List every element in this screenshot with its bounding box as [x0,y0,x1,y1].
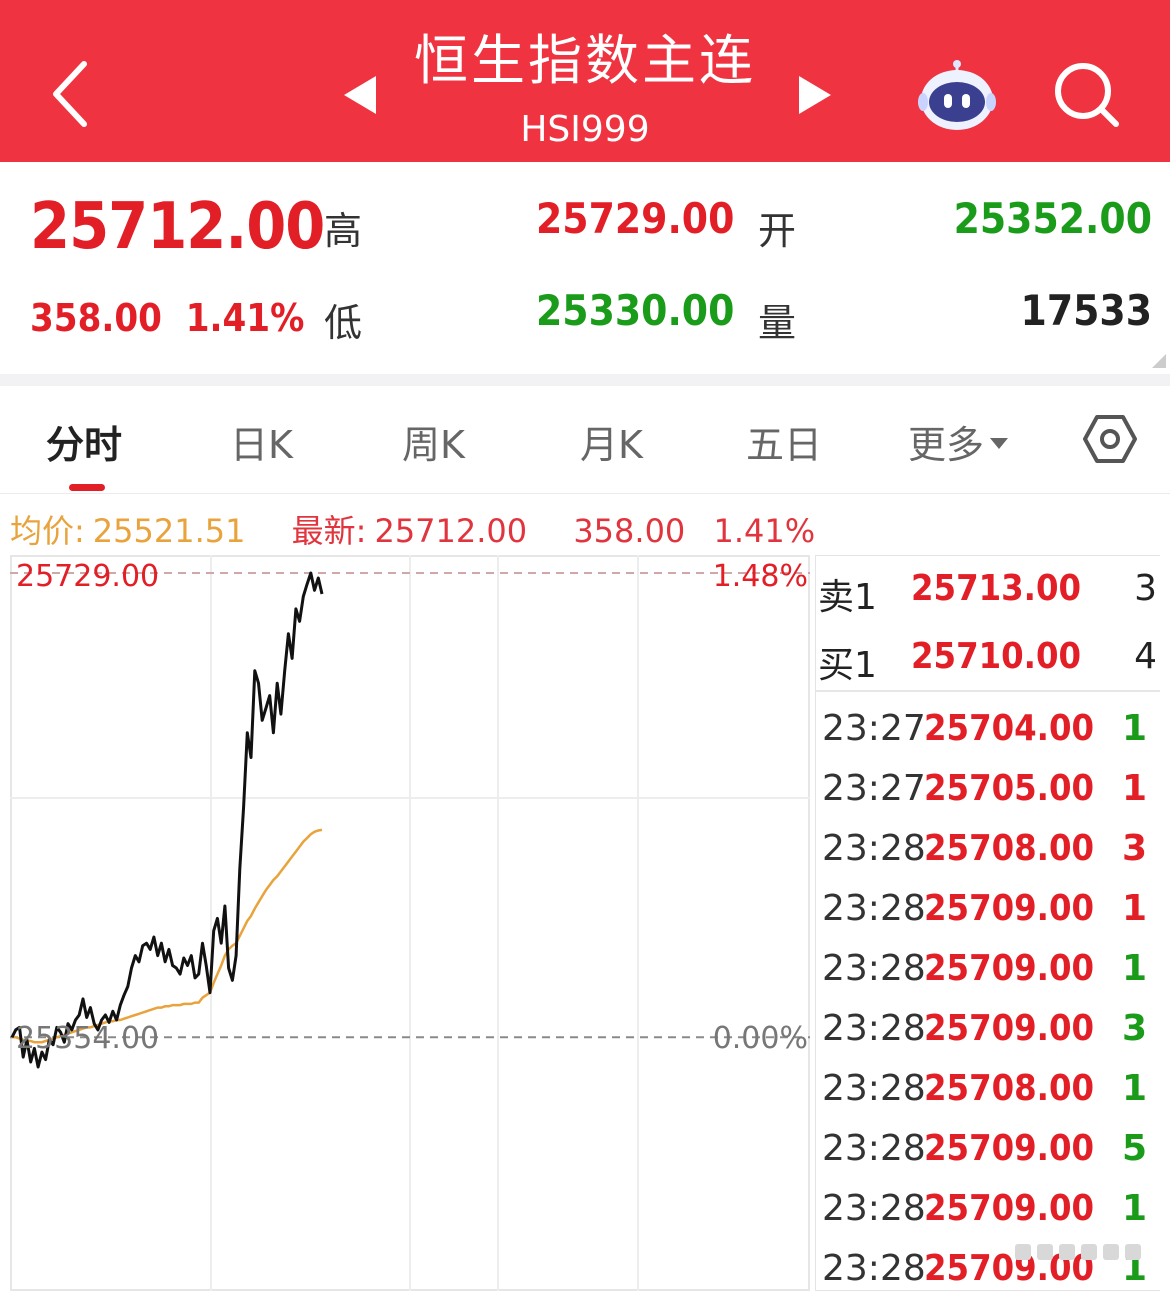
intraday-chart-canvas [10,555,810,1291]
previous-contract-icon[interactable] [340,72,380,118]
info-change-value: 358.00 [573,512,686,550]
trade-time: 23:28 [822,1248,926,1289]
volume-label: 量 [758,301,797,345]
trade-time: 23:27 [822,768,926,809]
trade-time: 23:28 [822,1188,926,1229]
average-price-line [12,828,323,1044]
trade-row: 23:28 25709.00 5 [816,1120,1160,1180]
chart-base-percent-label: 0.00% [712,1021,808,1056]
trade-row: 23:27 25704.00 1 [816,700,1160,760]
watermark-mark [1015,1244,1141,1260]
change-summary: 358.00 1.41% [30,296,304,340]
price-line [10,571,324,1069]
tab-intraday[interactable]: 分时 [46,414,122,469]
avg-price-value: 25521.51 [92,512,246,550]
trade-time: 23:28 [822,1008,926,1049]
trade-volume: 1 [1121,768,1147,809]
robot-assistant-icon[interactable] [917,58,997,132]
ask-row: 卖1 25713.00 3 [816,558,1160,618]
trade-volume: 1 [1121,888,1147,929]
contract-code: HSI999 [520,109,650,150]
change-percent: 1.41% [185,296,305,340]
tab-weekly-k[interactable]: 周K [402,414,465,469]
high-label: 高 [324,209,363,253]
search-icon[interactable] [1050,58,1124,132]
latest-price-value: 25712.00 [374,512,528,550]
trade-price: 25709.00 [924,1188,1095,1229]
low-label: 低 [324,301,363,345]
trade-volume: 3 [1121,1008,1147,1049]
active-tab-indicator [69,484,105,491]
tab-more[interactable]: 更多 [908,414,1009,469]
order-book-panel: 卖1 25713.00 3 买1 25710.00 4 23:27 25704.0… [815,555,1160,1291]
bid-row: 买1 25710.00 4 [816,626,1160,686]
trade-price: 25705.00 [924,768,1095,809]
trade-row: 23:28 25709.00 1 [816,1180,1160,1240]
volume-value: 17533 [1020,286,1152,335]
chart-top-percent-label: 1.48% [712,559,808,594]
order-book-divider [816,690,1160,692]
open-label: 开 [758,209,797,253]
trade-volume: 3 [1121,828,1147,869]
trade-price: 25709.00 [924,948,1095,989]
latest-price-label: 最新: [291,512,367,550]
next-contract-icon[interactable] [795,72,835,118]
trade-time: 23:28 [822,888,926,929]
trade-volume: 5 [1121,1128,1147,1169]
latest-price-info: 最新: 25712.00 [292,512,545,550]
trade-price: 25708.00 [924,1068,1095,1109]
page-title: 恒生指数主连 [414,29,756,92]
trade-volume: 1 [1121,708,1147,749]
trade-volume: 1 [1121,948,1147,989]
info-change-percent: 1.41% [713,512,816,550]
trade-volume: 1 [1121,1068,1147,1109]
tab-monthly-k[interactable]: 月K [580,414,643,469]
trade-price: 25704.00 [924,708,1095,749]
change-value: 358.00 [30,296,162,340]
header-bar: 恒生指数主连 HSI999 [0,0,1170,162]
high-value: 25729.00 [536,194,735,243]
intraday-chart[interactable]: 25729.00 1.48% 25354.00 0.00% [10,555,810,1291]
avg-price-label: 均价: [10,512,85,550]
trade-price: 25709.00 [924,888,1095,929]
trade-time: 23:28 [822,1068,926,1109]
trade-price: 25709.00 [924,1008,1095,1049]
trade-time: 23:28 [822,948,926,989]
chart-period-tabs: 分时 日K 周K 月K 五日 更多 [0,386,1170,494]
trade-row: 23:27 25705.00 1 [816,760,1160,820]
trade-row: 23:28 25709.00 3 [816,1000,1160,1060]
avg-price-info: 均价: 25521.51 [10,512,263,550]
trade-row: 23:28 25708.00 1 [816,1060,1160,1120]
section-divider [0,374,1170,386]
trade-row: 23:28 25709.00 1 [816,940,1160,1000]
last-price: 25712.00 [30,190,325,264]
ask-price: 25713.00 [911,568,1082,609]
expand-corner-icon[interactable] [1152,354,1166,368]
ask-volume: 3 [1134,568,1157,609]
low-value: 25330.00 [536,286,735,335]
trade-time: 23:27 [822,708,926,749]
tab-daily-k[interactable]: 日K [230,414,293,469]
trade-time: 23:28 [822,828,926,869]
tab-five-day[interactable]: 五日 [746,414,822,469]
ask-label: 卖1 [818,577,877,618]
bid-volume: 4 [1134,636,1157,677]
quote-panel: 25712.00 358.00 1.41% 高 25729.00 开 25352… [0,162,1170,374]
chart-base-price-label: 25354.00 [16,1021,160,1056]
bid-price: 25710.00 [911,636,1082,677]
trade-row: 23:28 25708.00 3 [816,820,1160,880]
chart-info-line: 均价: 25521.51 最新: 25712.00 358.00 1.41% [10,506,833,552]
bid-label: 买1 [818,645,877,686]
trade-time: 23:28 [822,1128,926,1169]
trade-row: 23:28 25709.00 1 [816,880,1160,940]
chart-settings-icon[interactable] [1083,414,1137,464]
trade-volume: 1 [1121,1188,1147,1229]
trade-price: 25709.00 [924,1128,1095,1169]
back-arrow-icon[interactable] [40,54,110,134]
open-value: 25352.00 [953,194,1152,243]
chart-top-price-label: 25729.00 [16,559,160,594]
tab-more-label: 更多 [908,423,985,467]
dropdown-caret-icon [990,438,1009,449]
trade-price: 25708.00 [924,828,1095,869]
